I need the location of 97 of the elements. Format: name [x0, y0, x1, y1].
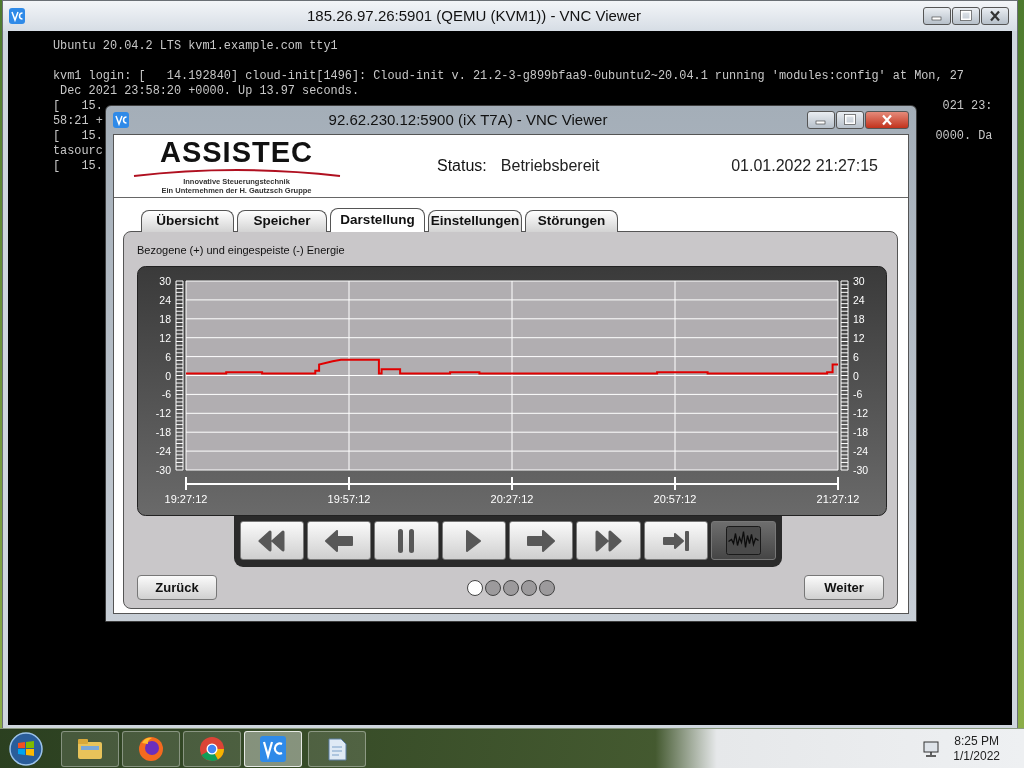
tick-label: 19:57:12: [327, 493, 371, 505]
tick-label: 12: [853, 331, 865, 344]
taskbar-button[interactable]: [183, 730, 241, 767]
tab[interactable]: Speicher: [237, 210, 327, 232]
close-button[interactable]: [865, 111, 909, 129]
tick-label: 30: [853, 275, 865, 287]
browser-icon: [137, 734, 165, 763]
window-title: 185.26.97.26:5901 (QEMU (KVM1)) - VNC Viewer: [306, 5, 642, 26]
tick-label: -6: [161, 388, 171, 401]
rewind-icon: [258, 529, 286, 552]
terminal-line: Dec 2021 23:58:20 +0000. Up 13.97 seconds.: [59, 84, 360, 99]
tick-label: -18: [155, 426, 171, 439]
maximize-icon: [843, 114, 857, 126]
tick-label: 20:57:12: [653, 493, 697, 505]
arrow-left-icon: [325, 529, 354, 552]
arrow-right-icon: [527, 529, 556, 552]
terminal-line: [ 15.: [53, 99, 103, 114]
tick-label: 6: [165, 350, 171, 363]
close-icon: [988, 10, 1002, 22]
tick-label: 18: [159, 312, 171, 325]
start-button[interactable]: [6, 729, 46, 768]
taskbar-button[interactable]: [61, 730, 119, 767]
next-button[interactable]: Weiter: [804, 575, 884, 600]
terminal-line: tasourc: [53, 144, 103, 159]
tick-label: 12: [159, 331, 171, 344]
page-dot[interactable]: [484, 579, 501, 596]
page-dot[interactable]: [502, 579, 519, 596]
maximize-button[interactable]: [836, 111, 864, 129]
skip-to-end-button[interactable]: [643, 521, 709, 560]
maximize-button[interactable]: [952, 7, 980, 25]
terminal-line: 58:21 +: [53, 114, 103, 129]
tick-label: 19:27:12: [164, 493, 208, 505]
window-title: 92.62.230.12:5900 (iX T7A) - VNC Viewer: [327, 109, 609, 130]
taskbar-button[interactable]: [244, 730, 302, 767]
status-value: Betriebsbereit: [500, 156, 600, 176]
taskbar-button[interactable]: [308, 730, 366, 767]
tick-label: -24: [853, 445, 869, 458]
page-dot[interactable]: [520, 579, 537, 596]
maximize-icon: [959, 10, 973, 22]
back-button[interactable]: [306, 521, 372, 560]
browser-icon: [198, 734, 226, 763]
rewind-button[interactable]: [239, 521, 304, 560]
play-icon: [466, 529, 482, 552]
tick-label: 6: [853, 350, 859, 363]
close-icon: [880, 114, 894, 126]
pause-button[interactable]: [374, 521, 439, 560]
minimize-button[interactable]: [923, 7, 951, 25]
tick-label: 24: [159, 293, 171, 306]
tick-label: -24: [155, 445, 171, 458]
tick-label: 0: [165, 369, 171, 382]
terminal-line: [ 15.: [53, 129, 103, 144]
page-dot[interactable]: [538, 579, 555, 596]
fast-forward-icon: [595, 529, 623, 552]
logo-text: ASSISTEC: [160, 138, 313, 167]
forward-button[interactable]: [509, 521, 574, 560]
tick-label: -30: [853, 464, 869, 476]
page-dot[interactable]: [466, 579, 483, 596]
network-icon[interactable]: [921, 739, 942, 758]
waveform-button[interactable]: [711, 521, 776, 560]
date-time: 01.01.2022 21:27:15: [731, 156, 878, 176]
tick-label: 24: [853, 293, 865, 306]
pause-icon: [398, 528, 415, 553]
tab[interactable]: Übersicht: [141, 210, 234, 232]
swoosh-icon: [131, 167, 342, 177]
tab[interactable]: Darstellung: [330, 208, 425, 232]
minimize-button[interactable]: [807, 111, 835, 129]
terminal-line: kvm1 login: [ 14.192840] cloud-init[1496]: Cloud-init v. 21.2-3-g899bfaa9-0ubuntu2~20.04.1 running 'modules:config' at Mon, 27: [53, 69, 964, 84]
tick-label: -6: [853, 388, 863, 401]
tick-label: -12: [853, 407, 869, 420]
tab[interactable]: Störungen: [525, 210, 618, 232]
fast-forward-button[interactable]: [576, 521, 641, 560]
tick-label: 0: [853, 369, 859, 382]
app-icon: [9, 8, 25, 24]
app-icon: [113, 112, 129, 128]
tick-label: 20:27:12: [490, 493, 534, 505]
close-button[interactable]: [981, 7, 1009, 25]
terminal-line: [ 15.: [53, 159, 103, 174]
tick-label: -30: [155, 464, 171, 476]
chart-caption: Bezogene (+) und eingespeiste (-) Energie: [137, 243, 346, 257]
terminal-line: Ubuntu 20.04.2 LTS kvm1.example.com tty1: [53, 39, 338, 54]
windows-logo-icon: [8, 730, 44, 767]
tab[interactable]: Einstellungen: [428, 210, 522, 232]
terminal-line: 0000. Da: [935, 129, 993, 144]
status-label: Status:: [437, 156, 487, 176]
tick-label: -12: [155, 407, 171, 420]
play-button[interactable]: [441, 521, 506, 560]
tick-label: 18: [853, 312, 865, 325]
tick-label: 30: [159, 275, 171, 287]
back-button[interactable]: Zurück: [137, 575, 217, 600]
tick-label: 21:27:12: [816, 493, 860, 505]
tick-label: -18: [853, 426, 869, 439]
clock-time: 8:25 PM: [953, 733, 1000, 749]
skip-end-icon: [662, 530, 689, 551]
clock-date: 1/1/2022: [953, 748, 1000, 764]
waveform-icon: [725, 526, 761, 555]
terminal-line: 021 23:: [942, 99, 993, 114]
app-icon: [259, 734, 287, 763]
